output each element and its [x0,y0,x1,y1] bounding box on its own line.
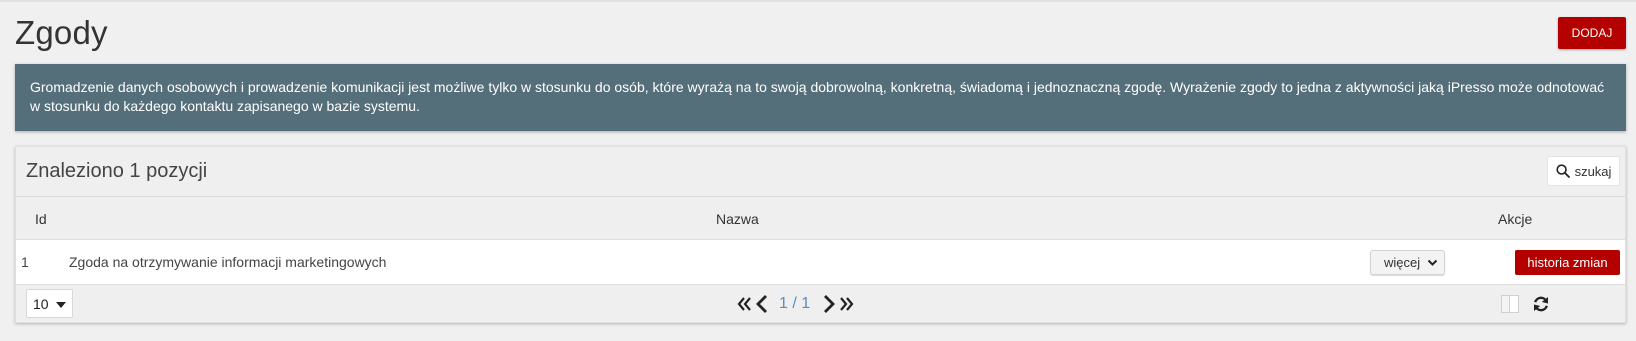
top-border [0,0,1636,2]
search-button-label: szukaj [1574,163,1612,179]
last-page-icon [840,297,854,311]
refresh-icon[interactable] [1531,294,1551,314]
pagination: 1 / 1 [737,293,854,315]
prev-page-icon [756,295,767,313]
search-button[interactable]: szukaj [1547,156,1620,186]
next-page-button[interactable] [822,293,836,315]
chevron-down-icon [1427,259,1438,266]
first-page-icon [737,297,751,311]
column-header-name[interactable]: Nazwa [716,211,759,227]
page-size-select[interactable]: 10 [26,289,73,318]
next-page-icon [824,295,836,313]
columns-toggle-icon[interactable] [1501,295,1519,313]
add-button[interactable]: DODAJ [1558,17,1626,49]
row-id: 1 [21,254,29,270]
table-row: 1 Zgoda na otrzymywanie informacji marke… [16,240,1625,285]
consents-panel: Znaleziono 1 pozycji szukaj Id Nazwa Akc… [15,146,1626,323]
row-name: Zgoda na otrzymywanie informacji marketi… [69,254,387,270]
page-title: Zgody [15,14,108,51]
results-count: Znaleziono 1 pozycji [26,160,208,182]
prev-page-button[interactable] [755,293,769,315]
column-header-id[interactable]: Id [35,211,47,227]
search-icon [1555,164,1570,178]
table-footer: 10 1 / 1 [16,286,1625,324]
more-actions-select[interactable]: więcej [1370,250,1445,275]
history-button[interactable]: historia zmian [1515,250,1620,275]
first-page-button[interactable] [737,293,753,315]
more-actions-label: więcej [1384,255,1421,270]
page-size-value: 10 [33,295,49,312]
column-header-actions: Akcje [1498,211,1533,227]
info-banner: Gromadzenie danych osobowych i prowadzen… [15,64,1626,131]
panel-header: Znaleziono 1 pozycji szukaj [16,147,1625,197]
page-indicator: 1 / 1 [779,295,811,312]
table-header: Id Nazwa Akcje [16,197,1625,240]
caret-down-icon [56,302,66,308]
last-page-button[interactable] [838,293,854,315]
info-text: Gromadzenie danych osobowych i prowadzen… [30,79,1605,114]
